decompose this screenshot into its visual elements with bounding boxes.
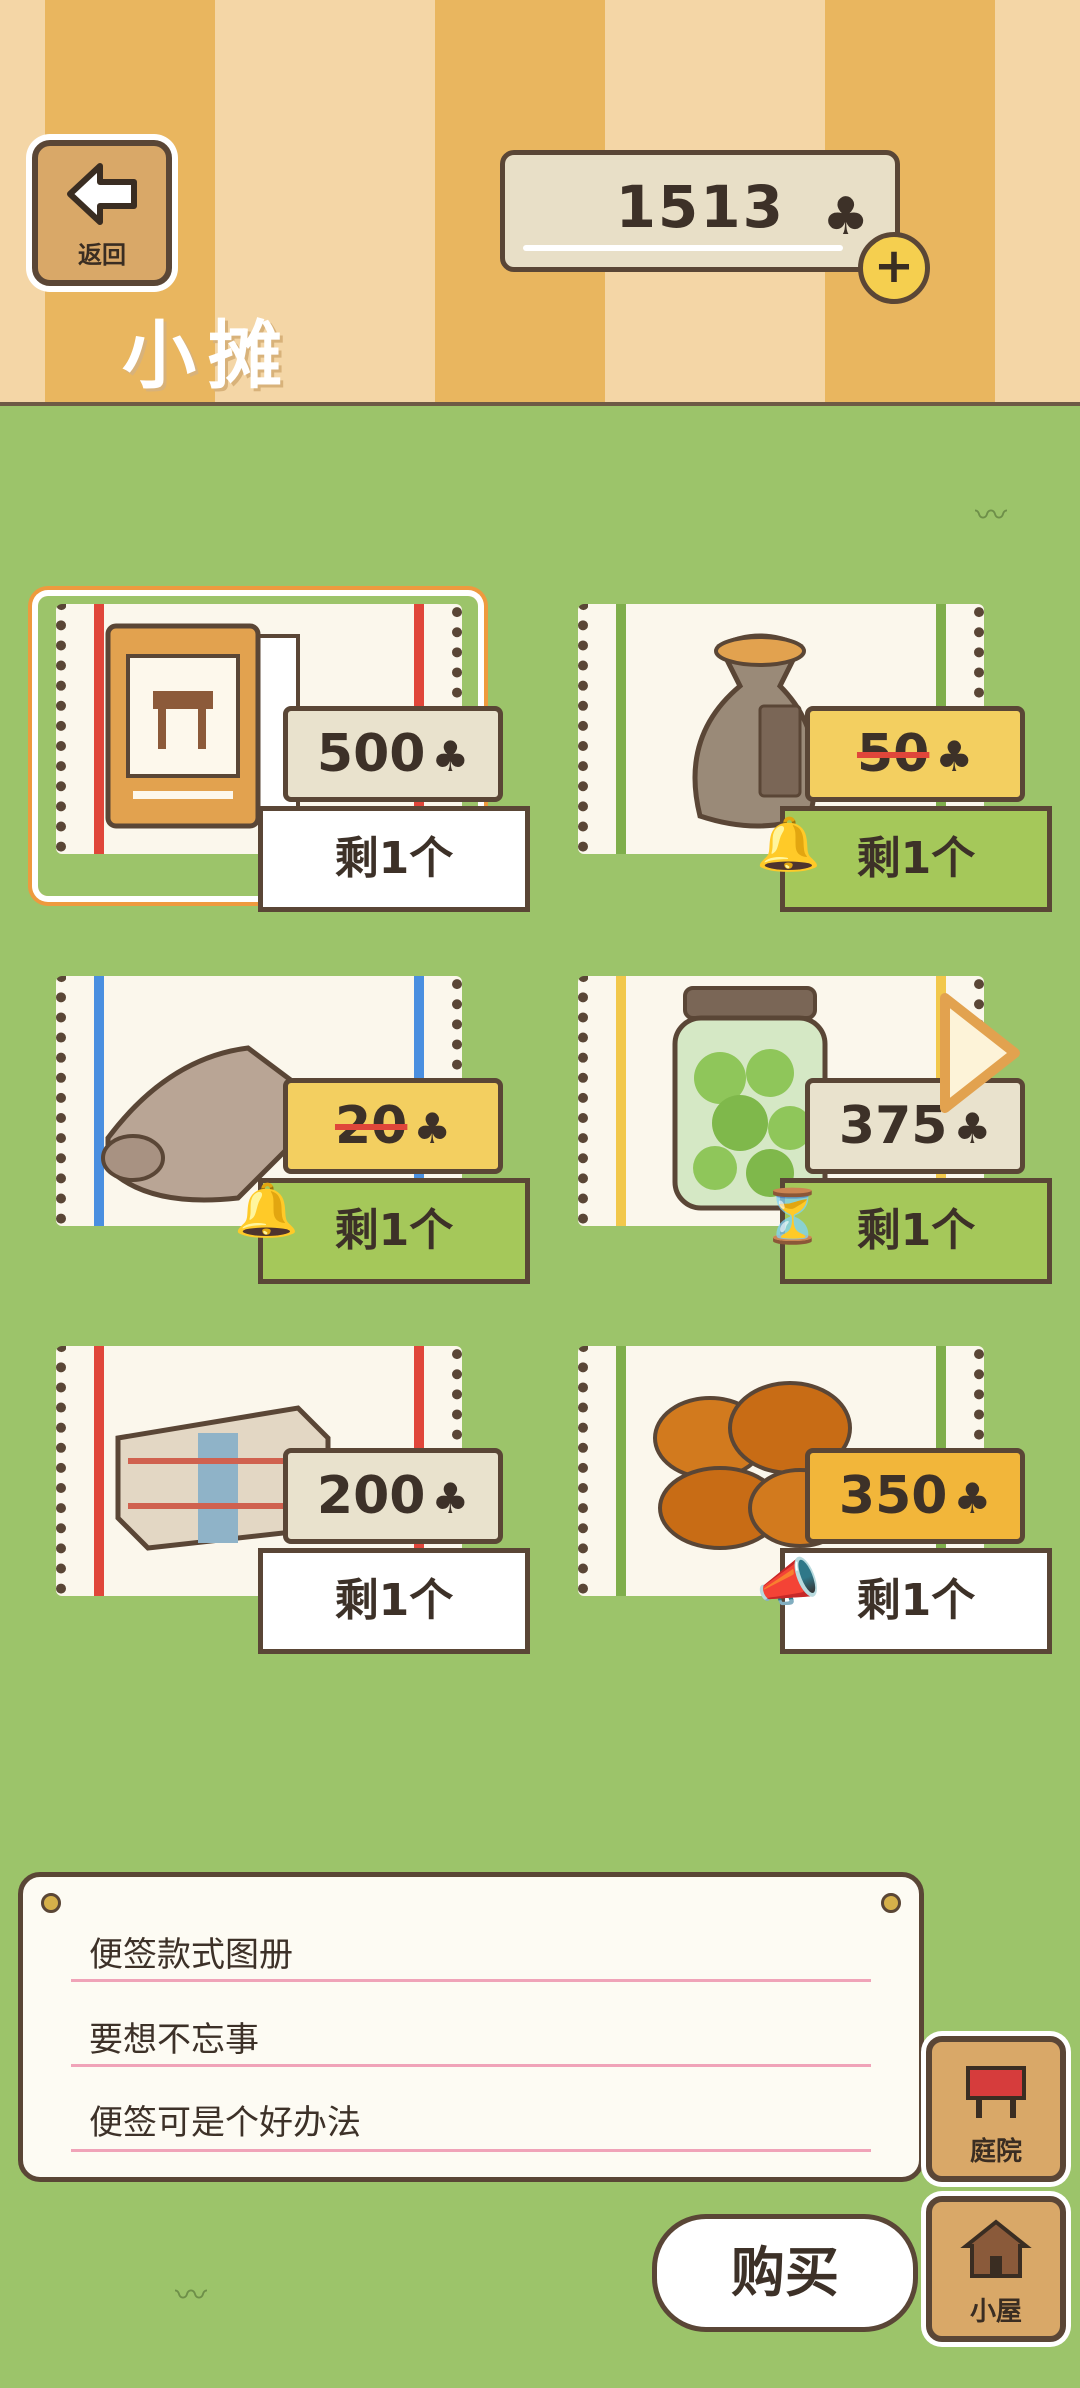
- pin-dot: [881, 1893, 901, 1913]
- price-value: 350: [838, 1466, 948, 1526]
- yard-button[interactable]: 庭院: [926, 2036, 1066, 2182]
- price-value: 200: [316, 1466, 426, 1526]
- yard-label: 庭院: [969, 2137, 1022, 2167]
- shop-item-green-bean-jar[interactable]: 375 ♣ 剩1个 ⏳: [560, 968, 1052, 1284]
- currency-display: 1513 ♣: [500, 150, 900, 272]
- back-label: 返回: [78, 241, 126, 269]
- hourglass-icon: ⏳: [760, 1187, 825, 1247]
- description-line-3: 便签可是个好办法: [89, 2103, 361, 2143]
- bell-icon: 🔔: [234, 1181, 299, 1241]
- grass-decoration: 〰: [175, 2276, 208, 2314]
- stock-label: 剩1个: [258, 1548, 530, 1654]
- stock-label: 剩1个: [258, 806, 530, 912]
- stock-label: 剩1个: [258, 1178, 530, 1284]
- price-tag: 200 ♣: [283, 1448, 503, 1544]
- clover-icon: ♣: [822, 187, 869, 247]
- shop-item-fried-dough[interactable]: 350 ♣ 剩1个 📣: [560, 1338, 1052, 1654]
- shop-item-blanket[interactable]: 20 ♣ 剩1个 🔔: [38, 968, 530, 1284]
- description-line-1: 便签款式图册: [89, 1935, 293, 1975]
- clover-icon: ♣: [935, 732, 974, 781]
- item-description-panel: 便签款式图册 要想不忘事 便签可是个好办法: [18, 1872, 924, 2182]
- note-rule: [71, 2064, 871, 2067]
- clover-icon: ♣: [431, 1474, 470, 1523]
- bell-icon: 🔔: [756, 815, 821, 875]
- note-rule: [71, 2149, 871, 2152]
- pin-dot: [41, 1893, 61, 1913]
- price-tag: 50 ♣: [805, 706, 1025, 802]
- grass-decoration: 〰: [975, 496, 1008, 534]
- price-tag: 350 ♣: [805, 1448, 1025, 1544]
- price-value: 20: [334, 1096, 408, 1156]
- shop-item-note-album[interactable]: 500 ♣ 剩1个: [38, 596, 530, 912]
- currency-value: 1513: [615, 173, 785, 241]
- description-line-2: 要想不忘事: [89, 2020, 259, 2060]
- price-value: 375: [838, 1096, 948, 1156]
- house-label: 小屋: [969, 2297, 1022, 2327]
- clover-icon: ♣: [953, 1474, 992, 1523]
- back-button[interactable]: 返回: [32, 140, 172, 286]
- next-page-arrow[interactable]: [935, 988, 1025, 1118]
- house-button[interactable]: 小屋: [926, 2196, 1066, 2342]
- shop-item-striped-cloth[interactable]: 200 ♣ 剩1个: [38, 1338, 530, 1654]
- clover-icon: ♣: [431, 732, 470, 781]
- add-currency-button[interactable]: +: [858, 232, 930, 304]
- back-arrow-icon: [67, 163, 137, 225]
- stock-label: 剩1个: [780, 806, 1052, 912]
- price-tag: 500 ♣: [283, 706, 503, 802]
- house-icon: [960, 2219, 1032, 2278]
- shop-item-tulip-seed-bag[interactable]: 50 ♣ 剩1个 🔔: [560, 596, 1052, 912]
- megaphone-icon: 📣: [756, 1553, 821, 1613]
- price-value: 50: [856, 724, 930, 784]
- currency-bar: [523, 245, 843, 251]
- page-title: 小摊: [122, 313, 294, 399]
- price-value: 500: [316, 724, 426, 784]
- price-tag: 20 ♣: [283, 1078, 503, 1174]
- note-rule: [71, 1979, 871, 1982]
- buy-button[interactable]: 购买: [652, 2214, 918, 2332]
- clover-icon: ♣: [413, 1104, 452, 1153]
- yard-icon: [966, 2066, 1026, 2118]
- stock-label: 剩1个: [780, 1548, 1052, 1654]
